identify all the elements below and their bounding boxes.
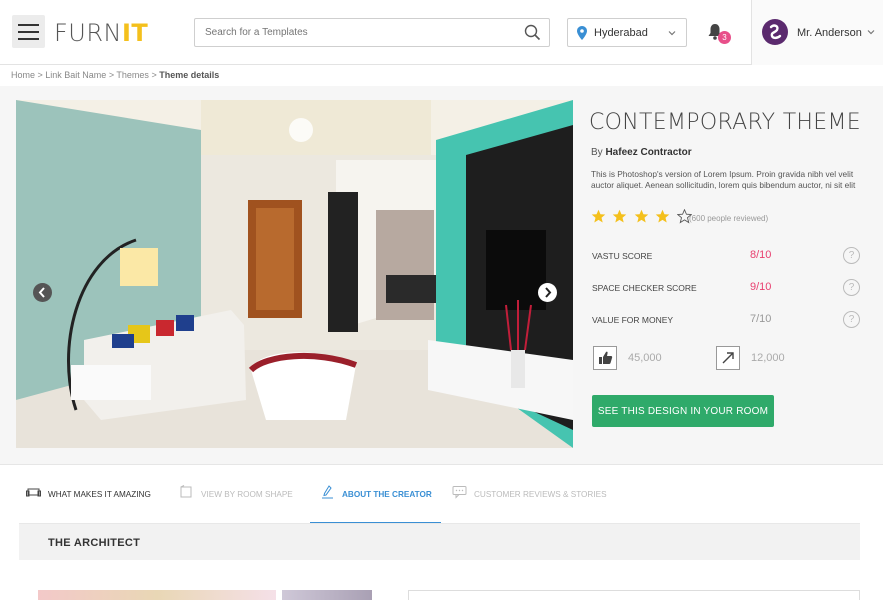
chevron-left-icon [38, 287, 45, 298]
score-row-space-checker: SPACE CHECKER SCORE 9/10 ? [589, 278, 879, 300]
user-name: Mr. Anderson [797, 27, 862, 39]
theme-author-line: By Hafeez Contractor [591, 147, 692, 158]
sofa-icon [26, 488, 41, 497]
shares-count: 12,000 [751, 352, 785, 364]
theme-detail-hero: CONTEMPORARY THEME By Hafeez Contractor … [0, 86, 883, 464]
rating-stars[interactable] [591, 208, 694, 224]
score-value: 9/10 [750, 281, 772, 293]
star-filled-icon [591, 210, 606, 223]
theme-title: CONTEMPORARY THEME [589, 110, 861, 135]
tab-label: ABOUT THE CREATOR [342, 490, 432, 499]
breadcrumb-separator: > [106, 70, 117, 80]
architect-info-card [408, 590, 860, 600]
chevron-down-icon [668, 31, 676, 36]
breadcrumb-separator: > [35, 70, 46, 80]
location-select[interactable]: Hyderabad [567, 18, 687, 47]
share-arrow-icon [722, 352, 734, 364]
star-filled-icon [613, 210, 627, 223]
breadcrumb-themes[interactable]: Themes [116, 70, 149, 80]
architect-photo-secondary [282, 590, 372, 600]
search-icon[interactable] [524, 24, 541, 41]
like-button[interactable] [593, 346, 617, 370]
score-value: 8/10 [750, 249, 772, 261]
logo-text-main: FURN [54, 19, 122, 47]
star-filled-icon [656, 210, 670, 223]
menu-bar [18, 31, 39, 33]
breadcrumb-link-bait[interactable]: Link Bait Name [45, 70, 106, 80]
thumbs-up-icon [599, 351, 613, 364]
breadcrumb-separator: > [148, 70, 160, 80]
help-icon[interactable]: ? [843, 247, 860, 264]
score-value: 7/10 [750, 313, 772, 325]
tab-label: WHAT MAKES IT AMAZING [48, 490, 151, 499]
score-row-value-for-money: VALUE FOR MONEY 7/10 ? [589, 310, 879, 332]
room-illustration [16, 100, 573, 448]
image-prev-button[interactable] [33, 283, 52, 302]
menu-bar [18, 24, 39, 26]
avatar-logo-icon [769, 24, 782, 40]
theme-description: This is Photoshop's version of Lorem Ips… [591, 169, 856, 190]
theme-info-panel: CONTEMPORARY THEME By Hafeez Contractor … [589, 86, 879, 464]
score-label: SPACE CHECKER SCORE [592, 283, 697, 293]
chevron-right-icon [545, 287, 552, 298]
section-title: THE ARCHITECT [48, 537, 141, 549]
score-row-vastu: VASTU SCORE 8/10 ? [589, 246, 879, 268]
user-avatar [762, 19, 788, 45]
likes-count: 45,000 [628, 352, 662, 364]
help-icon[interactable]: ? [843, 279, 860, 296]
architect-photo [38, 590, 276, 600]
see-design-in-room-button[interactable]: SEE THIS DESIGN IN YOUR ROOM [592, 395, 774, 427]
search-input[interactable] [195, 19, 515, 46]
author-by-label: By [591, 147, 603, 158]
score-label: VASTU SCORE [592, 251, 653, 261]
breadcrumb-home[interactable]: Home [11, 70, 35, 80]
user-menu[interactable]: Mr. Anderson [751, 0, 883, 65]
top-header: FURNIT Hyderabad 3 Mr. Anderson [0, 0, 883, 65]
image-next-button[interactable] [538, 283, 557, 302]
pencil-icon [322, 485, 333, 499]
room-icon [180, 485, 192, 498]
location-pin-icon [577, 26, 587, 40]
share-button[interactable] [716, 346, 740, 370]
tab-label: CUSTOMER REVIEWS & STORIES [474, 490, 607, 499]
author-name[interactable]: Hafeez Contractor [605, 147, 691, 158]
theme-room-image [16, 100, 573, 448]
review-count[interactable]: (600 people reviewed) [689, 214, 768, 223]
star-filled-icon [634, 210, 649, 223]
logo-text-accent: IT [122, 19, 149, 47]
score-label: VALUE FOR MONEY [592, 315, 674, 325]
detail-tabs: WHAT MAKES IT AMAZING VIEW BY ROOM SHAPE… [0, 464, 883, 524]
architect-section-header: THE ARCHITECT [19, 523, 860, 560]
breadcrumb-current: Theme details [159, 70, 220, 80]
chevron-down-icon [867, 30, 875, 35]
breadcrumb: Home > Link Bait Name > Themes > Theme d… [11, 70, 219, 80]
furnit-logo[interactable]: FURNIT [54, 19, 148, 47]
location-value: Hyderabad [594, 27, 648, 39]
tab-label: VIEW BY ROOM SHAPE [201, 490, 293, 499]
help-icon[interactable]: ? [843, 311, 860, 328]
chat-icon [452, 486, 467, 499]
hamburger-menu-button[interactable] [12, 15, 45, 48]
search-box [194, 18, 550, 47]
menu-bar [18, 38, 39, 40]
notification-count-badge: 3 [718, 31, 731, 44]
